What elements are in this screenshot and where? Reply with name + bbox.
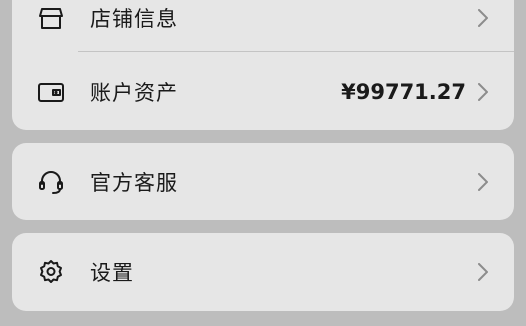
store-info-label: 店铺信息 bbox=[90, 7, 178, 31]
account-assets-row[interactable]: 账户资产 ¥99771.27 bbox=[12, 54, 514, 130]
chevron-right-icon bbox=[476, 81, 490, 103]
customer-service-label: 官方客服 bbox=[90, 171, 178, 195]
chevron-right-icon bbox=[476, 261, 490, 283]
account-card: 店铺信息 账户资产 ¥99771.27 bbox=[12, 0, 514, 130]
row-divider bbox=[78, 51, 514, 52]
gear-icon bbox=[36, 257, 66, 287]
settings-row[interactable]: 设置 bbox=[12, 234, 514, 310]
customer-service-row[interactable]: 官方客服 bbox=[12, 144, 514, 220]
account-balance: ¥99771.27 bbox=[341, 80, 466, 104]
chevron-right-icon bbox=[476, 171, 490, 193]
store-info-row[interactable]: 店铺信息 bbox=[12, 0, 514, 56]
service-card: 官方客服 bbox=[12, 143, 514, 220]
settings-label: 设置 bbox=[90, 261, 134, 285]
account-assets-label: 账户资产 bbox=[90, 81, 178, 105]
headset-icon bbox=[36, 167, 66, 197]
chevron-right-icon bbox=[476, 7, 490, 29]
wallet-icon bbox=[36, 77, 66, 107]
settings-card: 设置 bbox=[12, 233, 514, 311]
store-icon bbox=[36, 3, 66, 33]
